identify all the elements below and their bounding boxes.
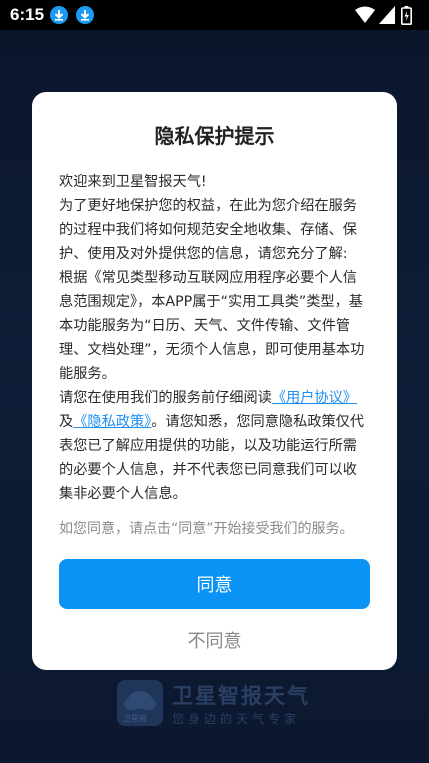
agree-hint: 如您同意，请点击“同意”开始接受我们的服务。 (59, 521, 354, 537)
signal-icon (379, 6, 395, 24)
read-notice-prefix: 请您在使用我们的服务前仔细阅读 (59, 390, 272, 406)
app-logo: 卫星报 (117, 680, 163, 726)
intro-text: 为了更好地保护您的权益，在此为您介绍在服务的过程中我们将如何规范安全地收集、存储… (59, 198, 357, 262)
wifi-icon (355, 6, 375, 23)
download-notification-icon (50, 6, 68, 24)
agree-button[interactable]: 同意 (59, 559, 370, 609)
app-name: 卫星智报天气 (172, 684, 310, 708)
status-bar: 6:15 (0, 0, 429, 30)
dialog-title: 隐私保护提示 (154, 124, 275, 148)
welcome-text: 欢迎来到卫星智报天气! (59, 174, 207, 190)
app-logo-text: 卫星报 (123, 714, 147, 723)
privacy-policy-link[interactable]: 《隐私政策》 (73, 414, 151, 430)
app-slogan: 您身边的天气专家 (172, 712, 301, 726)
download-notification-icon (76, 6, 94, 24)
brand-footer: 卫星报 卫星智报天气 您身边的天气专家 (117, 680, 317, 730)
status-icons (355, 6, 415, 25)
disagree-button[interactable]: 不同意 (59, 622, 370, 658)
battery-icon (401, 6, 412, 25)
status-time: 6:15 (10, 5, 45, 24)
user-agreement-link[interactable]: 《用户协议》 (272, 390, 357, 406)
read-notice: 请您在使用我们的服务前仔细阅读《用户协议》及《隐私政策》。请您知悉，您同意隐私政… (59, 386, 371, 506)
and-text: 及 (59, 414, 74, 430)
privacy-dialog: 隐私保护提示 欢迎来到卫星智报天气! 为了更好地保护您的权益，在此为您介绍在服务… (32, 92, 397, 670)
regulation-text: 根据《常见类型移动互联网应用程序必要个人信息范围规定》，本APP属于“实用工具类… (59, 270, 365, 382)
